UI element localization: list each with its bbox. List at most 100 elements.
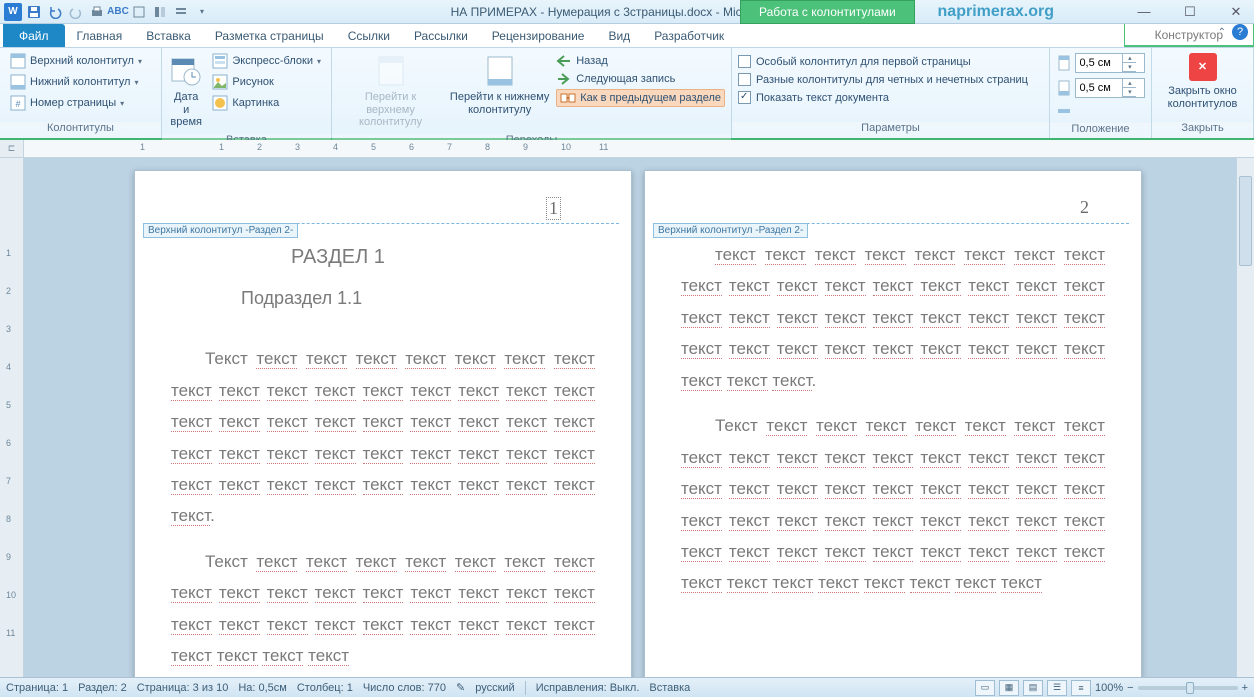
tab-mailings[interactable]: Рассылки xyxy=(402,24,480,47)
header-tag: Верхний колонтитул -Раздел 2- xyxy=(653,223,808,238)
para: Текст текст текст текст текст текст текс… xyxy=(171,546,595,672)
spin-up[interactable]: ▴ xyxy=(1123,54,1136,63)
svg-text:#: # xyxy=(15,99,20,109)
view-outline[interactable]: ☰ xyxy=(1047,680,1067,696)
top-value[interactable] xyxy=(1076,57,1122,69)
spellcheck-icon[interactable]: ABC xyxy=(109,3,127,21)
group-title: Положение xyxy=(1050,123,1151,138)
window-buttons: — ☐ ✕ xyxy=(1130,2,1250,22)
group-navigation: Перейти к верхнему колонтитулу Перейти к… xyxy=(332,48,732,138)
zoom-out[interactable]: − xyxy=(1127,682,1133,694)
back-button[interactable]: Назад xyxy=(556,53,725,69)
tab-insert[interactable]: Вставка xyxy=(134,24,203,47)
help-icon[interactable]: ? xyxy=(1232,24,1248,40)
footer-from-bottom[interactable]: ▴▾ xyxy=(1056,77,1145,99)
qat-btn3[interactable] xyxy=(172,3,190,21)
watermark: naprimerax.org xyxy=(938,3,1054,21)
context-tab-title: Работа с колонтитулами xyxy=(740,0,915,24)
horizontal-ruler[interactable]: 1 1 2 3 4 5 6 7 8 9 10 11 xyxy=(24,140,1254,157)
link-to-previous-button[interactable]: Как в предыдущем разделе xyxy=(556,89,725,107)
undo-icon[interactable] xyxy=(46,3,64,21)
status-insert[interactable]: Вставка xyxy=(649,682,690,694)
group-title: Закрыть xyxy=(1152,122,1253,138)
status-page-of[interactable]: Страница: 3 из 10 xyxy=(137,682,229,694)
express-blocks-button[interactable]: Экспресс-блоки▾ xyxy=(208,51,325,71)
statusbar: Страница: 1 Раздел: 2 Страница: 3 из 10 … xyxy=(0,677,1254,697)
show-doc-checkbox[interactable]: Показать текст документа xyxy=(738,90,1043,105)
group-position: ▴▾ ▴▾ Положение xyxy=(1050,48,1152,138)
print-icon[interactable] xyxy=(88,3,106,21)
document-area[interactable]: 1 Верхний колонтитул -Раздел 2- РАЗДЕЛ 1… xyxy=(24,158,1254,677)
titlebar: W ABC ▾ НА ПРИМЕРАХ - Нумерация с 3стран… xyxy=(0,0,1254,24)
header-from-top[interactable]: ▴▾ xyxy=(1056,52,1145,74)
insert-alignment-tab[interactable] xyxy=(1056,102,1145,120)
bottom-header-button[interactable]: Нижний колонтитул▾ xyxy=(6,72,155,92)
bottom-value[interactable] xyxy=(1076,82,1122,94)
close-x-icon: ✕ xyxy=(1189,53,1217,81)
status-section[interactable]: Раздел: 2 xyxy=(78,682,127,694)
para: текст текст текст текст текст текст текс… xyxy=(681,239,1105,396)
status-col[interactable]: Столбец: 1 xyxy=(297,682,353,694)
view-fullscreen[interactable]: ▦ xyxy=(999,680,1019,696)
spin-down[interactable]: ▾ xyxy=(1123,63,1136,72)
page-number-button[interactable]: #Номер страницы▾ xyxy=(6,93,155,113)
qat-dropdown[interactable]: ▾ xyxy=(193,3,211,21)
status-words[interactable]: Число слов: 770 xyxy=(363,682,446,694)
maximize-button[interactable]: ☐ xyxy=(1176,2,1204,22)
file-tab[interactable]: Файл xyxy=(3,24,65,47)
vertical-scrollbar[interactable] xyxy=(1236,158,1254,677)
group-close: ✕ Закрыть окно колонтитулов Закрыть xyxy=(1152,48,1254,138)
spell-status-icon[interactable]: ✎ xyxy=(456,681,465,694)
view-draft[interactable]: ≡ xyxy=(1071,680,1091,696)
tab-view[interactable]: Вид xyxy=(596,24,642,47)
zoom-in[interactable]: + xyxy=(1242,682,1248,694)
page-1: 1 Верхний колонтитул -Раздел 2- РАЗДЕЛ 1… xyxy=(134,170,632,677)
tab-developer[interactable]: Разработчик xyxy=(642,24,736,47)
qat-btn2[interactable] xyxy=(151,3,169,21)
tab-home[interactable]: Главная xyxy=(65,24,135,47)
close-button[interactable]: ✕ xyxy=(1222,2,1250,22)
tab-layout[interactable]: Разметка страницы xyxy=(203,24,336,47)
para: Текст текст текст текст текст текст текс… xyxy=(681,410,1105,599)
picture-button[interactable]: Рисунок xyxy=(208,72,325,92)
status-at[interactable]: На: 0,5см xyxy=(238,682,287,694)
ruler-row: ⊏ 1 1 2 3 4 5 6 7 8 9 10 11 xyxy=(0,140,1254,158)
status-track[interactable]: Исправления: Выкл. xyxy=(536,682,640,694)
top-header-button[interactable]: Верхний колонтитул▾ xyxy=(6,51,155,71)
minimize-ribbon-icon[interactable]: ⌃ xyxy=(1218,27,1226,38)
view-print-layout[interactable]: ▭ xyxy=(975,680,995,696)
odd-even-checkbox[interactable]: Разные колонтитулы для четных и нечетных… xyxy=(738,72,1043,87)
page-2: 2 Верхний колонтитул -Раздел 2- текст те… xyxy=(644,170,1142,677)
goto-footer-button[interactable]: Перейти к нижнему колонтитулу xyxy=(447,51,552,131)
status-lang[interactable]: русский xyxy=(475,682,514,694)
quick-access-toolbar: W ABC ▾ xyxy=(0,3,215,21)
spin-up[interactable]: ▴ xyxy=(1123,79,1136,88)
group-title: Параметры xyxy=(732,122,1049,138)
ribbon-tabs: Файл Главная Вставка Разметка страницы С… xyxy=(0,24,1254,48)
view-web[interactable]: ▤ xyxy=(1023,680,1043,696)
vertical-ruler[interactable]: 123 456 789 1011 xyxy=(0,158,24,677)
group-headers-footers: Верхний колонтитул▾ Нижний колонтитул▾ #… xyxy=(0,48,162,138)
clipart-button[interactable]: Картинка xyxy=(208,93,325,113)
scrollbar-thumb[interactable] xyxy=(1239,176,1252,266)
header-tag: Верхний колонтитул -Раздел 2- xyxy=(143,223,298,238)
next-record-button[interactable]: Следующая запись xyxy=(556,71,725,87)
subsection-heading: Подраздел 1.1 xyxy=(241,282,595,315)
tab-references[interactable]: Ссылки xyxy=(336,24,402,47)
spin-down[interactable]: ▾ xyxy=(1123,88,1136,97)
page-number-field[interactable]: 1 xyxy=(546,197,561,220)
zoom-level[interactable]: 100% xyxy=(1095,682,1123,694)
zoom-slider[interactable] xyxy=(1138,686,1238,690)
close-header-footer-button[interactable]: ✕ Закрыть окно колонтитулов xyxy=(1161,51,1245,119)
tab-review[interactable]: Рецензирование xyxy=(480,24,597,47)
date-time-button[interactable]: Дата и время xyxy=(168,51,204,131)
status-page[interactable]: Страница: 1 xyxy=(6,682,68,694)
workspace: 123 456 789 1011 1 Верхний колонтитул -Р… xyxy=(0,158,1254,677)
first-page-checkbox[interactable]: Особый колонтитул для первой страницы xyxy=(738,54,1043,69)
section-heading: РАЗДЕЛ 1 xyxy=(291,239,595,276)
ruler-corner[interactable]: ⊏ xyxy=(0,140,24,157)
redo-icon[interactable] xyxy=(67,3,85,21)
qat-btn1[interactable] xyxy=(130,3,148,21)
save-icon[interactable] xyxy=(25,3,43,21)
minimize-button[interactable]: — xyxy=(1130,2,1158,22)
